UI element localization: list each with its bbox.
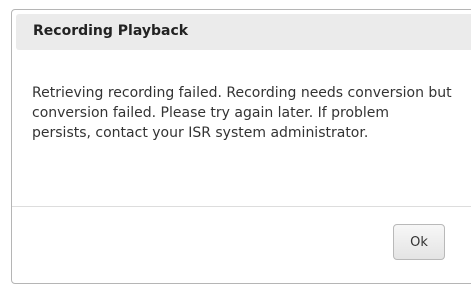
footer-divider xyxy=(12,206,471,207)
recording-playback-dialog: Recording Playback Retrieving recording … xyxy=(11,9,471,284)
dialog-title: Recording Playback xyxy=(33,23,189,39)
ok-button[interactable]: Ok xyxy=(393,224,445,260)
dialog-header: Recording Playback xyxy=(16,14,471,50)
error-message: Retrieving recording failed. Recording n… xyxy=(32,85,452,141)
